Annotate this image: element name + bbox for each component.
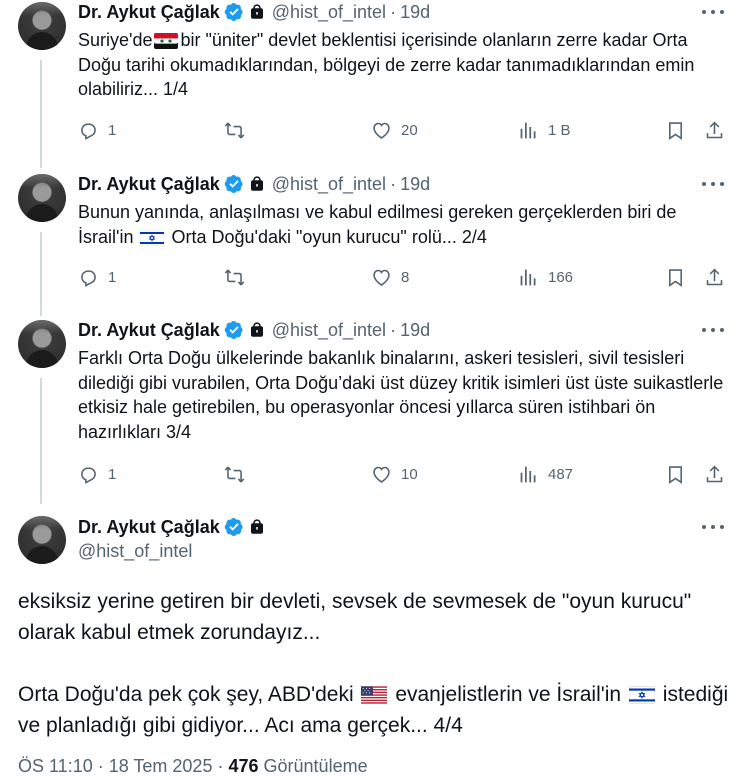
- share-button[interactable]: [704, 462, 725, 486]
- bookmark-icon: [665, 464, 686, 485]
- views-count[interactable]: 476: [228, 756, 258, 776]
- tweet-header: Dr. Aykut Çağlak @hist_of_intel · 19d: [78, 318, 430, 342]
- repost-icon: [224, 120, 245, 141]
- author-handle[interactable]: @hist_of_intel: [272, 174, 386, 195]
- tweet-actions: 1 20 1 B: [78, 118, 728, 142]
- bookmark-icon: [665, 120, 686, 141]
- share-icon: [704, 464, 725, 485]
- lock-icon: [248, 175, 266, 193]
- avatar[interactable]: [18, 516, 66, 564]
- more-icon[interactable]: [702, 174, 724, 194]
- usa-flag: [361, 686, 387, 704]
- more-icon[interactable]: [702, 2, 724, 22]
- like-icon: [371, 464, 392, 485]
- separator-dot: ·: [390, 319, 397, 340]
- views-button[interactable]: 487: [518, 462, 573, 486]
- views-button[interactable]: 166: [518, 265, 573, 289]
- tweet-text: Suriye'de bir "üniter" devlet beklentisi …: [78, 30, 695, 99]
- reply-button[interactable]: 1: [78, 462, 116, 486]
- lock-icon: [248, 518, 266, 536]
- like-icon: [371, 120, 392, 141]
- views-label: Görüntüleme: [263, 756, 368, 776]
- tweet-actions: 1 10 487: [78, 462, 728, 486]
- reply-button[interactable]: 1: [78, 265, 116, 289]
- author-name[interactable]: Dr. Aykut Çağlak: [78, 517, 220, 538]
- main-tweet-text: eksiksiz yerine getiren bir devleti, sev…: [18, 586, 738, 741]
- reply-icon: [78, 267, 99, 288]
- tweet-time[interactable]: 19d: [400, 320, 430, 341]
- lock-icon: [248, 321, 266, 339]
- bookmark-button[interactable]: [665, 462, 686, 486]
- share-icon: [704, 120, 725, 141]
- repost-button[interactable]: [224, 265, 245, 289]
- like-button[interactable]: 20: [371, 118, 418, 142]
- repost-button[interactable]: [224, 462, 245, 486]
- lock-icon: [248, 3, 266, 21]
- views-icon: [518, 267, 539, 288]
- tweet-actions: 1 8 166: [78, 265, 728, 289]
- tweet-header: Dr. Aykut Çağlak: [78, 515, 266, 539]
- author-name[interactable]: Dr. Aykut Çağlak: [78, 320, 220, 341]
- like-button[interactable]: 10: [371, 462, 418, 486]
- author-handle[interactable]: @hist_of_intel: [272, 320, 386, 341]
- views-icon: [518, 464, 539, 485]
- avatar[interactable]: [18, 2, 66, 50]
- author-name[interactable]: Dr. Aykut Çağlak: [78, 2, 220, 23]
- views-button[interactable]: 1 B: [518, 118, 571, 142]
- verified-badge-icon[interactable]: [224, 320, 244, 340]
- bookmark-button[interactable]: [665, 118, 686, 142]
- israel-flag: [629, 686, 655, 704]
- reply-icon: [78, 464, 99, 485]
- like-icon: [371, 267, 392, 288]
- tweet-text: Farklı Orta Doğu ülkelerinde bakanlık bi…: [78, 348, 724, 442]
- main-tweet-paragraph: eksiksiz yerine getiren bir devleti, sev…: [18, 590, 692, 644]
- thread-line: [40, 378, 42, 504]
- author-handle[interactable]: @hist_of_intel: [78, 541, 192, 562]
- tweet-time[interactable]: 19d: [400, 174, 430, 195]
- reply-icon: [78, 120, 99, 141]
- verified-badge-icon[interactable]: [224, 517, 244, 537]
- like-button[interactable]: 8: [371, 265, 409, 289]
- reply-button[interactable]: 1: [78, 118, 116, 142]
- tweet-meta: ÖS 11:10 · 18 Tem 2025 · 476 Görüntüleme: [18, 756, 368, 777]
- repost-icon: [224, 464, 245, 485]
- views-icon: [518, 120, 539, 141]
- verified-badge-icon[interactable]: [224, 174, 244, 194]
- share-icon: [704, 267, 725, 288]
- tweet-text: Bunun yanında, anlaşılması ve kabul edil…: [78, 202, 677, 247]
- tweet-header: Dr. Aykut Çağlak @hist_of_intel · 19d: [78, 172, 430, 196]
- avatar[interactable]: [18, 320, 66, 368]
- thread-line: [40, 232, 42, 316]
- israel-flag: [140, 230, 164, 246]
- main-tweet-paragraph: Orta Doğu'da pek çok şey, ABD'deki evanj…: [18, 683, 729, 737]
- separator-dot: ·: [390, 173, 397, 194]
- more-icon[interactable]: [702, 517, 724, 537]
- syria-flag: [154, 33, 178, 49]
- bookmark-icon: [665, 267, 686, 288]
- avatar[interactable]: [18, 174, 66, 222]
- bookmark-button[interactable]: [665, 265, 686, 289]
- share-button[interactable]: [704, 265, 725, 289]
- repost-icon: [224, 267, 245, 288]
- tweet-header: Dr. Aykut Çağlak @hist_of_intel · 19d: [78, 0, 430, 24]
- repost-button[interactable]: [224, 118, 245, 142]
- thread-line: [40, 60, 42, 168]
- tweet-time[interactable]: 19d: [400, 2, 430, 23]
- verified-badge-icon[interactable]: [224, 2, 244, 22]
- share-button[interactable]: [704, 118, 725, 142]
- separator-dot: ·: [390, 1, 397, 22]
- author-name[interactable]: Dr. Aykut Çağlak: [78, 174, 220, 195]
- tweet-timestamp[interactable]: ÖS 11:10 · 18 Tem 2025 ·: [18, 756, 223, 776]
- author-handle[interactable]: @hist_of_intel: [272, 2, 386, 23]
- more-icon[interactable]: [702, 320, 724, 340]
